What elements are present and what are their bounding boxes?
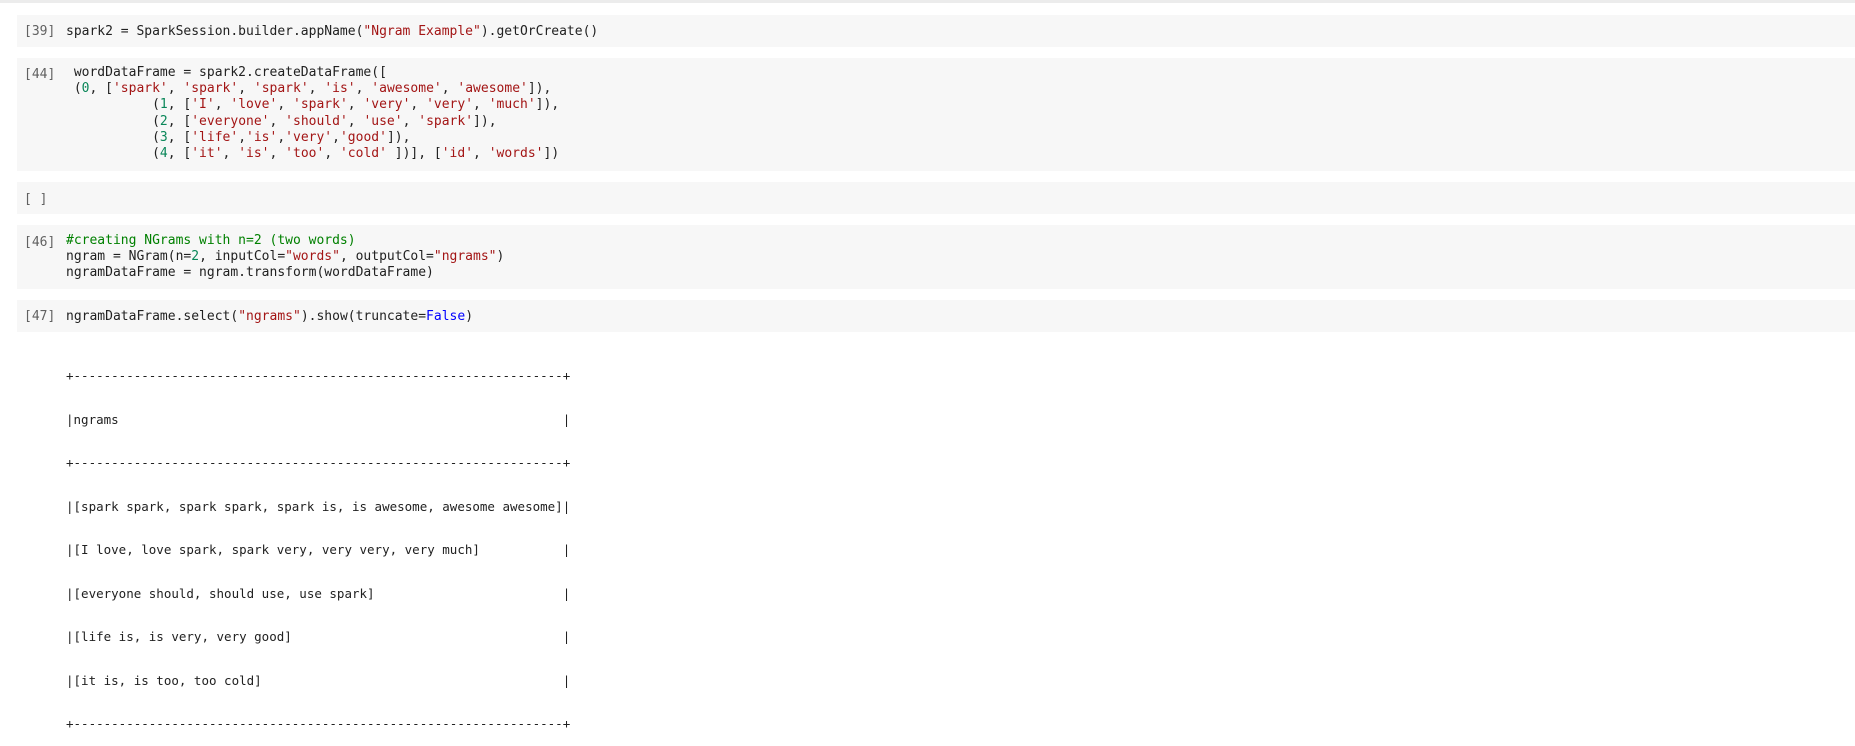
output-line: +---------------------------------------… xyxy=(66,368,571,383)
execution-count: [39] xyxy=(24,24,56,39)
output-line: |[everyone should, should use, use spark… xyxy=(66,585,571,601)
code-cell-44[interactable]: [44] wordDataFrame = spark2.createDataFr… xyxy=(17,58,1855,171)
code-cell-47[interactable]: [47] ngramDataFrame.select("ngrams").sho… xyxy=(17,300,1855,332)
output-line: +---------------------------------------… xyxy=(66,716,571,731)
execution-count: [44] xyxy=(24,67,56,82)
execution-count: [ ] xyxy=(24,192,48,207)
execution-count: [46] xyxy=(24,235,56,250)
code-line[interactable]: ngramDataFrame.select("ngrams").show(tru… xyxy=(66,307,473,326)
output-line: |[it is, is too, too cold] | xyxy=(66,672,571,688)
code-block[interactable]: wordDataFrame = spark2.createDataFrame([… xyxy=(66,65,559,162)
cell-output: +---------------------------------------… xyxy=(66,340,570,746)
output-line: |[life is, is very, very good] | xyxy=(66,629,571,644)
execution-count: [47] xyxy=(24,309,56,324)
code-block[interactable]: #creating NGrams with n=2 (two words) ng… xyxy=(66,233,504,281)
output-line: +---------------------------------------… xyxy=(66,455,571,470)
code-line[interactable]: spark2 = SparkSession.builder.appName("N… xyxy=(66,22,598,41)
output-line: |[spark spark, spark spark, spark is, is… xyxy=(66,498,571,514)
code-cell-46[interactable]: [46] #creating NGrams with n=2 (two word… xyxy=(17,225,1855,289)
output-line: |ngrams | xyxy=(66,411,571,427)
code-cell-empty[interactable]: [ ] xyxy=(17,182,1855,214)
code-cell-39[interactable]: [39] spark2 = SparkSession.builder.appNa… xyxy=(17,15,1855,47)
toolbar-divider xyxy=(0,0,1855,3)
output-line: |[I love, love spark, spark very, very v… xyxy=(66,542,571,557)
